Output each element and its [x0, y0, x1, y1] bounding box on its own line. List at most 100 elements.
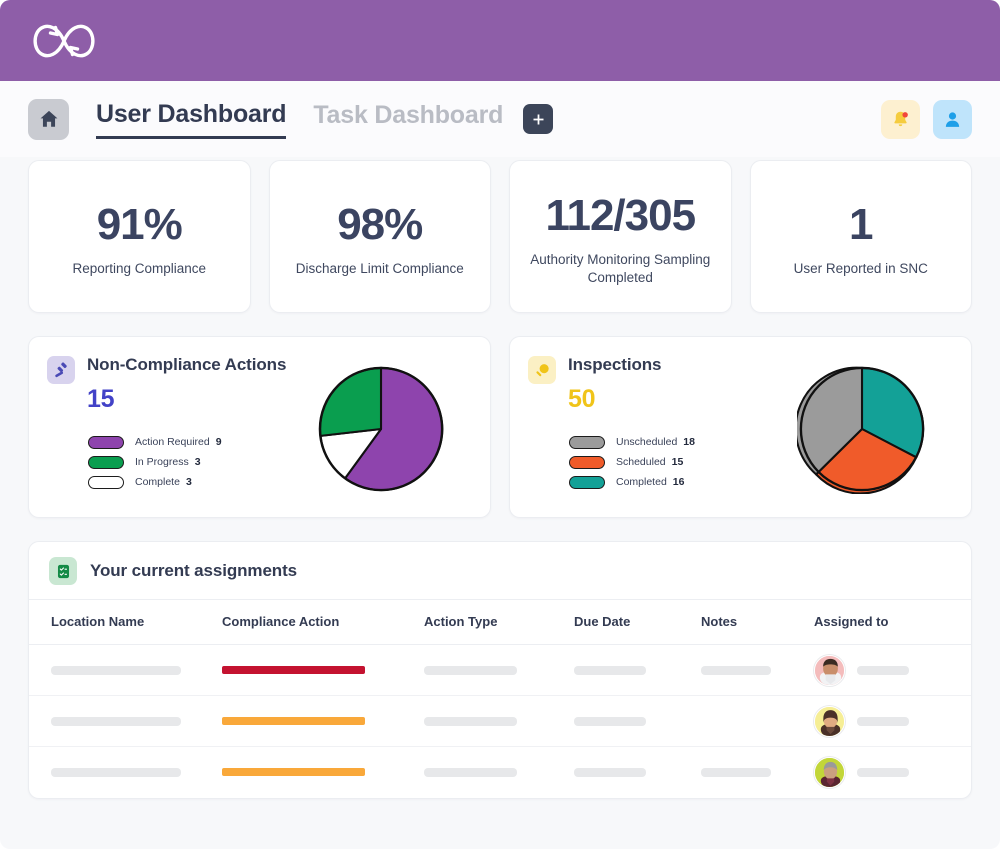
- assignments-section: Your current assignments Location Name C…: [0, 518, 1000, 799]
- legend-item[interactable]: Completed 16: [569, 472, 773, 492]
- legend-label: Completed: [616, 476, 667, 488]
- chart-info: Non-Compliance Actions 15 Action Require…: [47, 355, 292, 503]
- notifications-button[interactable]: [881, 99, 920, 139]
- legend-label: In Progress: [135, 456, 189, 468]
- assignments-header: Your current assignments: [29, 542, 971, 600]
- chart-header: Non-Compliance Actions: [47, 355, 292, 384]
- legend-swatch: [88, 435, 124, 449]
- kpi-row: 91% Reporting Compliance 98% Discharge L…: [0, 160, 1000, 313]
- cell-compliance-action: [222, 644, 424, 696]
- legend-count: 16: [672, 476, 685, 488]
- compliance-action-bar: [222, 666, 365, 674]
- table-row[interactable]: [29, 695, 971, 747]
- cell-notes: [701, 644, 814, 696]
- table-row[interactable]: [29, 747, 971, 798]
- tab-user-dashboard[interactable]: User Dashboard: [96, 100, 287, 139]
- legend-count: 9: [215, 436, 222, 448]
- avatar-person-2-icon: [815, 706, 844, 736]
- cell-location-name: [29, 695, 222, 747]
- skeleton-placeholder: [51, 665, 181, 675]
- home-icon: [40, 110, 57, 127]
- column-header-compliance-action[interactable]: Compliance Action: [222, 600, 424, 645]
- legend-item[interactable]: Complete 3: [88, 472, 292, 492]
- assignments-table: Location Name Compliance Action Action T…: [29, 600, 971, 798]
- legend-item[interactable]: In Progress 3: [88, 452, 292, 472]
- kpi-card-discharge-limit-compliance: 98% Discharge Limit Compliance: [268, 160, 491, 313]
- skeleton-placeholder: [574, 665, 646, 675]
- cell-location-name: [29, 644, 222, 696]
- kpi-label: Discharge Limit Compliance: [295, 261, 464, 277]
- chart-total-value: 50: [568, 385, 596, 413]
- chart-total-value: 15: [87, 385, 115, 413]
- compliance-action-bar: [222, 717, 365, 725]
- brand-bar: [0, 0, 1000, 81]
- infinity-loop-arrows-logo[interactable]: [28, 18, 100, 64]
- skeleton-placeholder: [857, 665, 909, 675]
- cell-action-type: [424, 695, 574, 747]
- legend-label: Scheduled: [616, 456, 666, 468]
- home-button[interactable]: [28, 98, 69, 140]
- chart-legend: Action Required 9 In Progress 3 Complete…: [88, 432, 292, 492]
- cell-assigned-to: [814, 644, 971, 696]
- kpi-value: 1: [849, 199, 874, 249]
- cell-notes: [701, 695, 814, 747]
- avatar[interactable]: [814, 756, 845, 788]
- kpi-value: 112/305: [545, 190, 696, 240]
- skeleton-placeholder: [701, 665, 771, 675]
- search-icon: [535, 363, 549, 376]
- kpi-label: User Reported in SNC: [793, 261, 928, 277]
- gavel-icon: [54, 361, 67, 377]
- legend-item[interactable]: Action Required 9: [88, 432, 292, 452]
- account-button[interactable]: [933, 99, 972, 139]
- skeleton-placeholder: [51, 716, 181, 726]
- pie-slice-in-progress: [319, 366, 383, 437]
- cell-assigned-to: [814, 695, 971, 747]
- skeleton-placeholder: [574, 767, 646, 777]
- non-compliance-actions-card: Non-Compliance Actions 15 Action Require…: [28, 336, 491, 518]
- avatar[interactable]: [814, 705, 845, 737]
- chart-plot-area: [292, 355, 470, 503]
- avatar[interactable]: [814, 654, 845, 686]
- chart-title: Inspections: [568, 355, 662, 374]
- column-header-assigned-to[interactable]: Assigned to: [814, 600, 971, 645]
- kpi-card-authority-monitoring: 112/305 Authority Monitoring Sampling Co…: [509, 160, 732, 313]
- skeleton-placeholder: [424, 665, 517, 675]
- legend-item[interactable]: Unscheduled 18: [569, 432, 773, 452]
- column-header-action-type[interactable]: Action Type: [424, 600, 574, 645]
- cell-action-type: [424, 747, 574, 798]
- cell-assigned-to: [814, 747, 971, 798]
- cell-due-date: [574, 747, 701, 798]
- cell-notes: [701, 747, 814, 798]
- cell-action-type: [424, 644, 574, 696]
- table-row[interactable]: [29, 644, 971, 696]
- column-header-notes[interactable]: Notes: [701, 600, 814, 645]
- skeleton-placeholder: [51, 767, 181, 777]
- chart-info: Inspections 50 Unscheduled 18 Scheduled …: [528, 355, 773, 503]
- kpi-value: 91%: [96, 199, 183, 249]
- cell-compliance-action: [222, 747, 424, 798]
- skeleton-placeholder: [424, 767, 517, 777]
- avatar-person-3-icon: [815, 757, 844, 787]
- column-header-location-name[interactable]: Location Name: [29, 600, 222, 645]
- add-tab-button[interactable]: [523, 104, 554, 134]
- kpi-card-reporting-compliance: 91% Reporting Compliance: [28, 160, 251, 313]
- cell-due-date: [574, 695, 701, 747]
- tab-task-dashboard[interactable]: Task Dashboard: [313, 101, 503, 137]
- checklist-icon: [57, 564, 69, 578]
- column-header-due-date[interactable]: Due Date: [574, 600, 701, 645]
- inspections-card: Inspections 50 Unscheduled 18 Scheduled …: [509, 336, 972, 518]
- legend-label: Action Required: [135, 436, 210, 448]
- search-icon-tile: [528, 356, 556, 384]
- legend-count: 3: [185, 476, 192, 488]
- tab-bar: User Dashboard Task Dashboard: [0, 81, 1000, 157]
- pie-chart-non-compliance[interactable]: [316, 364, 446, 494]
- table-header: Location Name Compliance Action Action T…: [29, 600, 971, 645]
- chart-legend: Unscheduled 18 Scheduled 15 Completed 16: [569, 432, 773, 492]
- checklist-icon-tile: [49, 557, 77, 585]
- pie-chart-inspections[interactable]: [797, 364, 927, 494]
- assignments-card: Your current assignments Location Name C…: [28, 541, 972, 799]
- legend-swatch: [569, 435, 605, 449]
- legend-item[interactable]: Scheduled 15: [569, 452, 773, 472]
- legend-swatch: [88, 475, 124, 489]
- cell-compliance-action: [222, 695, 424, 747]
